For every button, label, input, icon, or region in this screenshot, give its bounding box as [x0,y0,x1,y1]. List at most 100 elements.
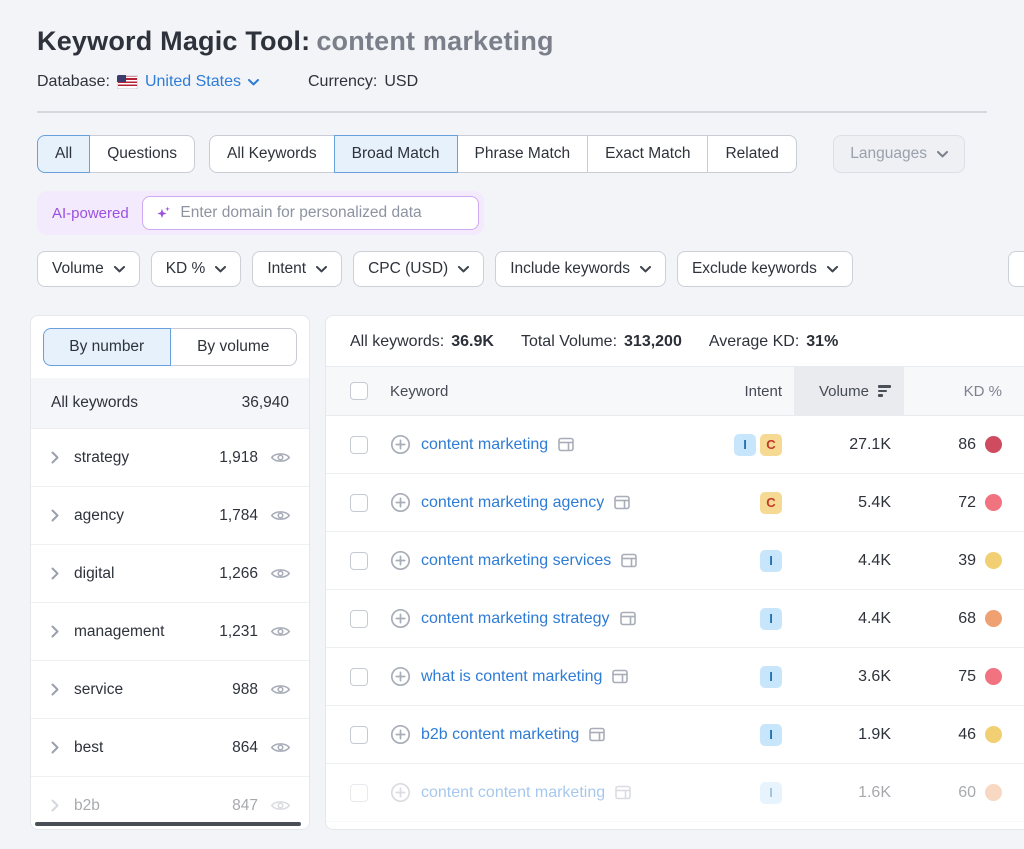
row-checkbox[interactable] [350,726,368,744]
column-volume[interactable]: Volume [794,367,904,415]
add-keyword-icon[interactable] [390,782,411,803]
keyword-group-item[interactable]: service 988 [31,661,309,719]
filter-dropdown[interactable]: Include keywords [495,251,666,287]
filter-dropdown[interactable]: Intent [252,251,342,287]
intent-badge[interactable]: C [760,492,782,514]
keyword-row: what is content marketing I 3.6K 75 [326,648,1024,706]
group-count: 1,784 [219,507,258,525]
intent-badges: I [724,666,794,688]
tab-button[interactable]: Broad Match [334,135,458,173]
add-keyword-icon[interactable] [390,492,411,513]
row-checkbox[interactable] [350,784,368,802]
serp-features-icon[interactable] [615,785,631,800]
keyword-link[interactable]: content content marketing [421,784,605,802]
intent-badge[interactable]: I [760,724,782,746]
tab-button[interactable]: Exact Match [587,135,708,173]
row-checkbox[interactable] [350,668,368,686]
currency-label: Currency: [308,73,377,91]
match-tabs-group: All KeywordsBroad MatchPhrase MatchExact… [209,135,797,173]
chevron-down-icon [827,266,838,273]
tab-button[interactable]: Questions [89,135,195,173]
filter-dropdown[interactable]: CPC (USD) [353,251,484,287]
tab-button[interactable]: Related [707,135,796,173]
keyword-group-item[interactable]: best 864 [31,719,309,777]
intent-badge[interactable]: I [760,608,782,630]
us-flag-icon [117,75,138,89]
filter-dropdown[interactable]: Exclude keywords [677,251,853,287]
serp-features-icon[interactable] [614,495,630,510]
add-keyword-icon[interactable] [390,434,411,455]
add-keyword-icon[interactable] [390,608,411,629]
keyword-group-item[interactable]: management 1,231 [31,603,309,661]
keyword-group-item[interactable]: agency 1,784 [31,487,309,545]
filter-dropdown[interactable]: KD % [151,251,242,287]
select-all-checkbox[interactable] [350,382,368,400]
group-count: 1,918 [219,449,258,467]
volume-value: 27.1K [794,436,904,454]
keyword-link[interactable]: what is content marketing [421,668,602,686]
serp-features-icon[interactable] [621,553,637,568]
kd-difficulty-dot [985,726,1002,743]
row-checkbox[interactable] [350,552,368,570]
chevron-down-icon [640,266,651,273]
keywords-table-body: content marketing IC 27.1K 86 co [326,416,1024,822]
keyword-link[interactable]: content marketing agency [421,494,604,512]
chevron-right-icon [51,451,59,464]
kd-difficulty-dot [985,668,1002,685]
all-keywords-group[interactable]: All keywords 36,940 [31,378,309,429]
group-name: strategy [74,449,219,467]
column-keyword[interactable]: Keyword [390,383,724,400]
keyword-link[interactable]: content marketing services [421,552,611,570]
sort-descending-icon [878,385,891,397]
intent-badge[interactable]: I [760,666,782,688]
kd-value: 46 [958,726,976,744]
tab-button[interactable]: Phrase Match [457,135,589,173]
sidebar-scrollbar[interactable] [35,822,301,826]
database-selector[interactable]: United States [117,73,259,91]
serp-features-icon[interactable] [558,437,574,452]
intent-badge[interactable]: I [760,550,782,572]
tab-button[interactable]: All [37,135,90,173]
serp-features-icon[interactable] [589,727,605,742]
group-count: 1,266 [219,565,258,583]
intent-badge[interactable]: C [760,434,782,456]
eye-icon[interactable] [270,798,291,813]
stat-label: Total Volume: [521,333,617,351]
intent-badge[interactable]: I [734,434,756,456]
eye-icon[interactable] [270,566,291,581]
keyword-link[interactable]: content marketing strategy [421,610,610,628]
column-kd[interactable]: KD % [964,383,1024,400]
keyword-group-item[interactable]: digital 1,266 [31,545,309,603]
eye-icon[interactable] [270,624,291,639]
keyword-row: content marketing agency C 5.4K 72 [326,474,1024,532]
page-header: Keyword Magic Tool:content marketing Dat… [0,0,1024,113]
tab-button[interactable]: All Keywords [209,135,335,173]
sidebar-sort-tab[interactable]: By volume [170,328,298,366]
eye-icon[interactable] [270,508,291,523]
languages-dropdown[interactable]: Languages [833,135,965,173]
row-checkbox[interactable] [350,610,368,628]
intent-badge[interactable]: I [760,782,782,804]
row-checkbox[interactable] [350,494,368,512]
ai-powered-badge: AI-powered [52,205,129,222]
filter-dropdown-partial[interactable] [1008,251,1024,287]
keyword-link[interactable]: b2b content marketing [421,726,579,744]
add-keyword-icon[interactable] [390,724,411,745]
eye-icon[interactable] [270,450,291,465]
column-intent[interactable]: Intent [744,383,794,400]
eye-icon[interactable] [270,682,291,697]
filter-dropdown[interactable]: Volume [37,251,140,287]
serp-features-icon[interactable] [612,669,628,684]
serp-features-icon[interactable] [620,611,636,626]
eye-icon[interactable] [270,740,291,755]
add-keyword-icon[interactable] [390,666,411,687]
sidebar-sort-tab[interactable]: By number [43,328,171,366]
group-count: 988 [232,681,258,699]
keyword-group-item[interactable]: strategy 1,918 [31,429,309,487]
sidebar-sort-tabs: By numberBy volume [43,328,297,366]
keyword-link[interactable]: content marketing [421,436,548,454]
row-checkbox[interactable] [350,436,368,454]
add-keyword-icon[interactable] [390,550,411,571]
domain-input[interactable] [180,204,464,222]
tool-title: Keyword Magic Tool: [37,26,310,56]
